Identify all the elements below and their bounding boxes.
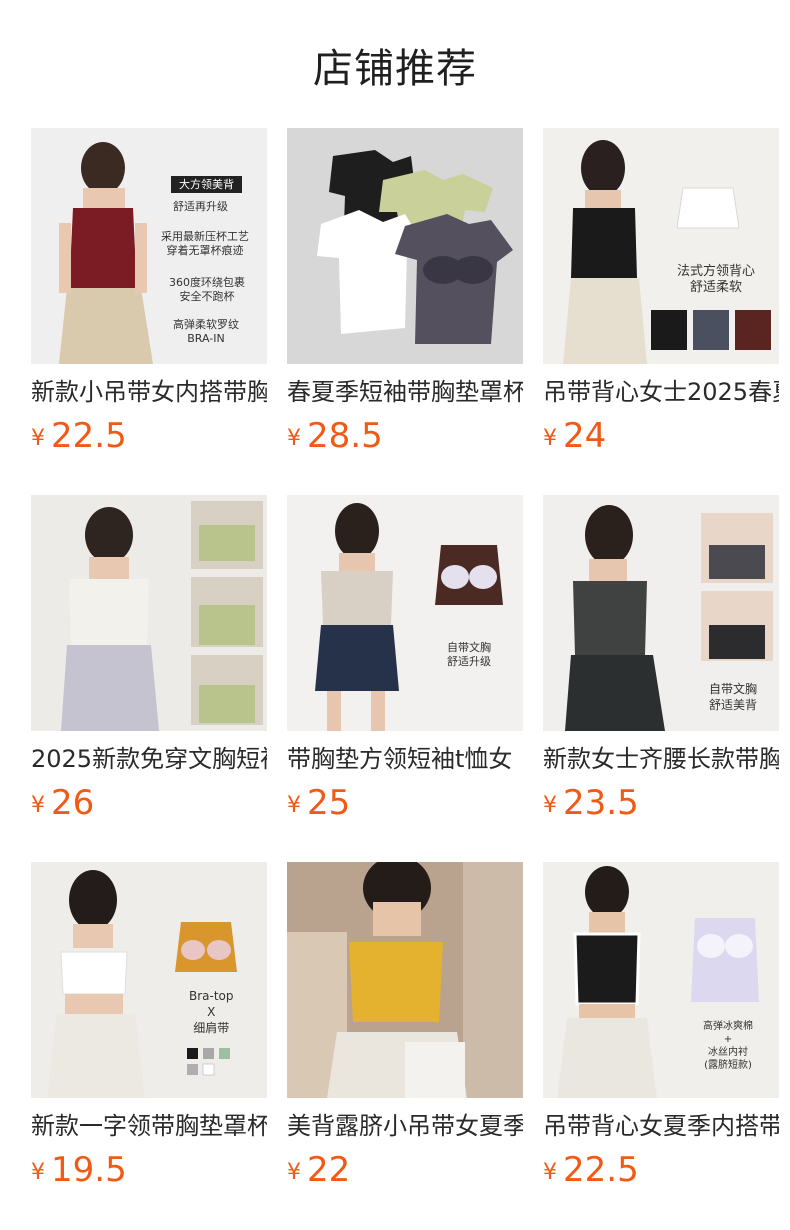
image-caption: 自带文胸 舒适美背	[709, 682, 758, 712]
product-price: ¥26	[31, 783, 267, 823]
product-card[interactable]: 大方领美背 舒适再升级 采用最新压杯工艺 穿着无罩杯痕迹 360度环绕包裹 安全…	[31, 128, 267, 456]
product-card[interactable]: 高弹冰爽棉 + 冰丝内衬 (露脐短款) 吊带背心女夏季内搭带 ¥22.5	[543, 862, 779, 1190]
currency-symbol: ¥	[287, 793, 301, 818]
product-title[interactable]: 吊带背心女夏季内搭带	[543, 1110, 779, 1142]
page-title: 店铺推荐	[313, 46, 477, 92]
section-header: 店铺推荐	[0, 0, 790, 128]
currency-symbol: ¥	[31, 1160, 45, 1185]
image-caption: 舒适再升级	[173, 200, 228, 213]
product-image[interactable]: 自带文胸 舒适美背	[543, 495, 779, 731]
product-price: ¥19.5	[31, 1150, 267, 1190]
product-image[interactable]: 法式方领背心 舒适柔软	[543, 128, 779, 364]
price-value: 26	[51, 783, 95, 823]
price-value: 22.5	[51, 416, 127, 456]
currency-symbol: ¥	[31, 793, 45, 818]
currency-symbol: ¥	[287, 1160, 301, 1185]
product-photo	[31, 495, 267, 731]
currency-symbol: ¥	[287, 426, 301, 451]
product-image[interactable]	[31, 495, 267, 731]
product-card[interactable]: 春夏季短袖带胸垫罩杯 ¥28.5	[287, 128, 523, 456]
price-value: 22.5	[563, 1150, 639, 1190]
product-card[interactable]: 法式方领背心 舒适柔软 吊带背心女士2025春夏 ¥24	[543, 128, 779, 456]
product-photo	[287, 862, 523, 1098]
product-card[interactable]: 2025新款免穿文胸短袖 ¥26	[31, 495, 267, 823]
image-caption: 采用最新压杯工艺 穿着无罩杯痕迹	[161, 230, 249, 257]
product-image[interactable]: 大方领美背 舒适再升级 采用最新压杯工艺 穿着无罩杯痕迹 360度环绕包裹 安全…	[31, 128, 267, 364]
product-title[interactable]: 美背露脐小吊带女夏季	[287, 1110, 523, 1142]
product-photo	[287, 495, 523, 731]
product-price: ¥23.5	[543, 783, 779, 823]
currency-symbol: ¥	[543, 793, 557, 818]
price-value: 19.5	[51, 1150, 127, 1190]
product-title[interactable]: 新款一字领带胸垫罩杯	[31, 1110, 267, 1142]
product-card[interactable]: 自带文胸 舒适升级 带胸垫方领短袖t恤女 ¥25	[287, 495, 523, 823]
product-image[interactable]	[287, 862, 523, 1098]
product-image[interactable]	[287, 128, 523, 364]
price-value: 22	[307, 1150, 351, 1190]
product-photo	[287, 128, 523, 364]
price-value: 24	[563, 416, 607, 456]
product-price: ¥22.5	[31, 416, 267, 456]
image-caption: Bra-top X 细肩带	[189, 989, 234, 1035]
image-caption: 360度环绕包裹 安全不跑杯	[169, 276, 245, 303]
price-value: 28.5	[307, 416, 383, 456]
product-title[interactable]: 新款小吊带女内搭带胸垫	[31, 376, 267, 408]
currency-symbol: ¥	[543, 426, 557, 451]
product-photo	[31, 862, 267, 1098]
product-title[interactable]: 2025新款免穿文胸短袖	[31, 743, 267, 775]
product-image[interactable]: 高弹冰爽棉 + 冰丝内衬 (露脐短款)	[543, 862, 779, 1098]
product-title[interactable]: 吊带背心女士2025春夏	[543, 376, 779, 408]
price-value: 25	[307, 783, 351, 823]
currency-symbol: ¥	[31, 426, 45, 451]
product-title[interactable]: 新款女士齐腰长款带胸垫	[543, 743, 779, 775]
product-price: ¥22.5	[543, 1150, 779, 1190]
product-card[interactable]: 美背露脐小吊带女夏季 ¥22	[287, 862, 523, 1190]
product-card[interactable]: 自带文胸 舒适美背 新款女士齐腰长款带胸垫 ¥23.5	[543, 495, 779, 823]
image-caption: 法式方领背心 舒适柔软	[677, 264, 756, 295]
image-caption: 自带文胸 舒适升级	[447, 641, 491, 668]
product-price: ¥28.5	[287, 416, 523, 456]
product-photo	[543, 128, 779, 364]
product-title[interactable]: 带胸垫方领短袖t恤女	[287, 743, 523, 775]
product-image[interactable]: Bra-top X 细肩带	[31, 862, 267, 1098]
product-image[interactable]: 自带文胸 舒适升级	[287, 495, 523, 731]
product-card[interactable]: Bra-top X 细肩带 新款一字领带胸垫罩杯 ¥19.5	[31, 862, 267, 1190]
product-price: ¥24	[543, 416, 779, 456]
image-caption: 高弹冰爽棉 + 冰丝内衬 (露脐短款)	[703, 1021, 753, 1071]
product-price: ¥22	[287, 1150, 523, 1190]
image-caption: 大方领美背	[171, 176, 242, 193]
image-caption: 高弹柔软罗纹 BRA-IN	[173, 318, 239, 345]
currency-symbol: ¥	[543, 1160, 557, 1185]
price-value: 23.5	[563, 783, 639, 823]
product-title[interactable]: 春夏季短袖带胸垫罩杯	[287, 376, 523, 408]
product-price: ¥25	[287, 783, 523, 823]
